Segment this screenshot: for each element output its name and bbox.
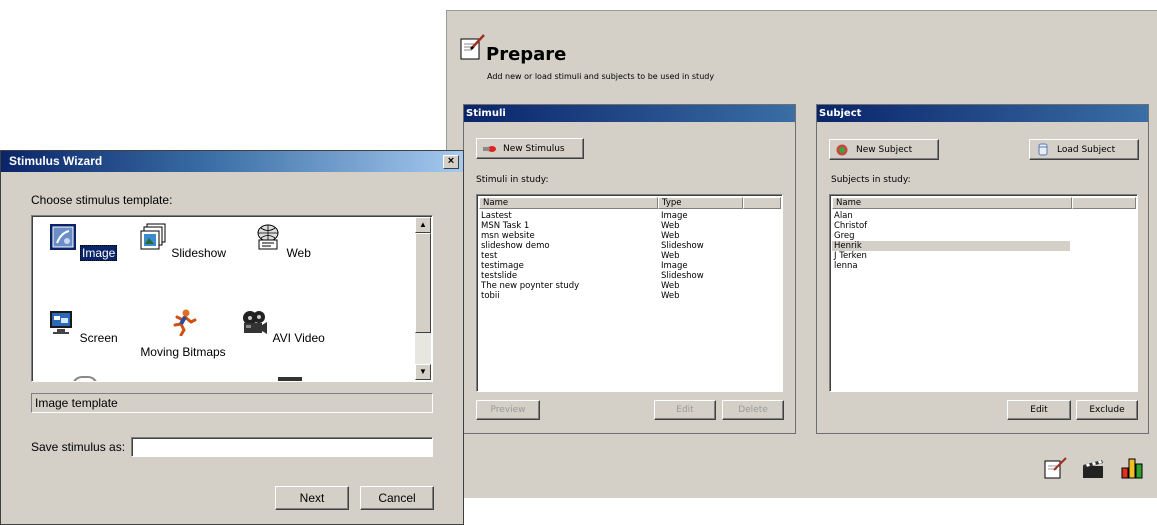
template-prompt: Choose stimulus template: xyxy=(31,193,173,207)
stimulus-row-name[interactable]: msn website xyxy=(481,231,535,241)
subjects-col-name[interactable]: Name xyxy=(832,197,1072,209)
subject-row[interactable]: J Terken xyxy=(834,251,867,261)
template-scrollbar[interactable]: ▲ ▼ xyxy=(415,217,431,380)
subject-panel: Subject New Subject Load Subject Subject… xyxy=(816,104,1149,434)
stimulus-row-type[interactable]: Slideshow xyxy=(661,241,704,251)
stimuli-col-filler xyxy=(743,197,781,209)
cancel-button[interactable]: Cancel xyxy=(360,486,434,510)
slideshow-icon xyxy=(140,223,166,250)
template-moving-bitmaps[interactable]: Moving Bitmaps xyxy=(138,308,228,359)
stimulus-row-type[interactable]: Web xyxy=(661,231,680,241)
subjects-col-filler xyxy=(1072,197,1136,209)
load-subject-button[interactable]: Load Subject xyxy=(1029,139,1139,160)
template-screen[interactable]: Screen xyxy=(38,308,128,345)
stimuli-panel: Stimuli New Stimulus Stimuli in study: N… xyxy=(463,104,796,434)
web-icon xyxy=(257,224,279,250)
template-image[interactable]: Image xyxy=(38,223,128,261)
edit-stimulus-button[interactable]: Edit xyxy=(654,400,716,420)
template-next-row-partial-icon xyxy=(72,376,98,381)
stimulus-row-type[interactable]: Image xyxy=(661,211,688,221)
load-subject-icon xyxy=(1038,143,1048,156)
stimulus-row-type[interactable]: Web xyxy=(661,281,680,291)
stimuli-header: Stimuli xyxy=(464,105,795,122)
stimulus-row-name[interactable]: testimage xyxy=(481,261,524,271)
subject-row[interactable]: Christof xyxy=(834,221,867,231)
next-button[interactable]: Next xyxy=(275,486,349,510)
stimulus-row-name[interactable]: slideshow demo xyxy=(481,241,550,251)
subjects-list[interactable]: Name Alan Christof Greg Henrik J Terken lenna xyxy=(829,194,1138,392)
stimuli-col-name[interactable]: Name xyxy=(479,197,658,209)
load-subject-label: Load Subject xyxy=(1057,144,1116,155)
stimulus-row-name[interactable]: test xyxy=(481,251,497,261)
image-icon xyxy=(49,224,76,250)
stimulus-row-type[interactable]: Image xyxy=(661,261,688,271)
stimulus-row-name[interactable]: testslide xyxy=(481,271,517,281)
subjects-list-label: Subjects in study: xyxy=(831,175,911,185)
page-title: Prepare xyxy=(486,44,567,65)
exclude-subject-button[interactable]: Exclude xyxy=(1076,400,1138,420)
template-slideshow-label: Slideshow xyxy=(171,246,227,260)
save-stimulus-input[interactable] xyxy=(131,437,433,457)
template-avi-video[interactable]: AVI Video xyxy=(238,308,328,345)
page-subtitle: Add new or load stimuli and subjects to … xyxy=(487,72,715,81)
analyze-bar-chart-icon[interactable] xyxy=(1120,456,1144,480)
template-slideshow[interactable]: Slideshow xyxy=(138,223,228,260)
delete-stimulus-button[interactable]: Delete xyxy=(722,400,784,420)
template-image-label: Image xyxy=(79,245,118,261)
stimulus-row-name[interactable]: tobii xyxy=(481,291,500,301)
new-subject-icon xyxy=(836,144,848,155)
scroll-thumb[interactable] xyxy=(415,233,431,333)
prepare-mode-icon[interactable] xyxy=(1044,456,1068,480)
template-moving-bitmaps-label: Moving Bitmaps xyxy=(140,345,226,359)
avi-video-icon xyxy=(243,311,268,334)
template-list[interactable]: Image Slideshow Web Screen Moving Bitmap… xyxy=(31,215,433,382)
wizard-title: Stimulus Wizard xyxy=(9,154,103,168)
stimulus-row-type[interactable]: Web xyxy=(661,221,680,231)
subject-row[interactable]: Greg xyxy=(834,231,855,241)
subject-header: Subject xyxy=(817,105,1148,122)
subject-row[interactable]: lenna xyxy=(834,261,858,271)
template-web[interactable]: Web xyxy=(238,223,328,260)
new-stimulus-label: New Stimulus xyxy=(503,143,565,154)
subject-row[interactable]: Alan xyxy=(834,211,853,221)
new-subject-label: New Subject xyxy=(856,144,913,155)
template-next-row-partial-icon xyxy=(278,377,302,381)
template-avi-video-label: AVI Video xyxy=(272,331,325,345)
close-icon[interactable]: × xyxy=(443,155,459,169)
preview-button[interactable]: Preview xyxy=(476,400,540,420)
wizard-titlebar[interactable]: Stimulus Wizard × xyxy=(1,151,463,172)
scroll-up-button[interactable]: ▲ xyxy=(415,217,431,233)
stimuli-list-label: Stimuli in study: xyxy=(476,175,549,185)
save-stimulus-label: Save stimulus as: xyxy=(31,440,126,454)
template-web-label: Web xyxy=(286,246,311,260)
stimulus-row-type[interactable]: Web xyxy=(661,251,680,261)
stimulus-wizard-dialog: Stimulus Wizard × Choose stimulus templa… xyxy=(0,150,464,525)
stimulus-row-name[interactable]: MSN Task 1 xyxy=(481,221,529,231)
new-stimulus-icon xyxy=(483,145,496,152)
moving-bitmaps-icon xyxy=(173,309,197,337)
edit-subject-button[interactable]: Edit xyxy=(1007,400,1071,420)
stimulus-row-name[interactable]: The new poynter study xyxy=(481,281,579,291)
stimuli-list[interactable]: Name Type Lastest Image MSN Task 1 Web msn w… xyxy=(476,194,783,392)
stimulus-row-name[interactable]: Lastest xyxy=(481,211,512,221)
subject-row[interactable]: Henrik xyxy=(832,241,1070,251)
screen-icon xyxy=(50,311,73,334)
stimulus-row-type[interactable]: Slideshow xyxy=(661,271,704,281)
template-screen-label: Screen xyxy=(79,331,118,345)
stimulus-row-type[interactable]: Web xyxy=(661,291,680,301)
stimuli-col-type[interactable]: Type xyxy=(658,197,743,209)
scroll-down-button[interactable]: ▼ xyxy=(415,364,431,380)
record-clapperboard-icon[interactable] xyxy=(1081,456,1105,480)
template-description: Image template xyxy=(31,393,433,413)
prepare-notepad-icon xyxy=(460,34,485,60)
new-stimulus-button[interactable]: New Stimulus xyxy=(476,138,584,159)
new-subject-button[interactable]: New Subject xyxy=(829,139,939,160)
